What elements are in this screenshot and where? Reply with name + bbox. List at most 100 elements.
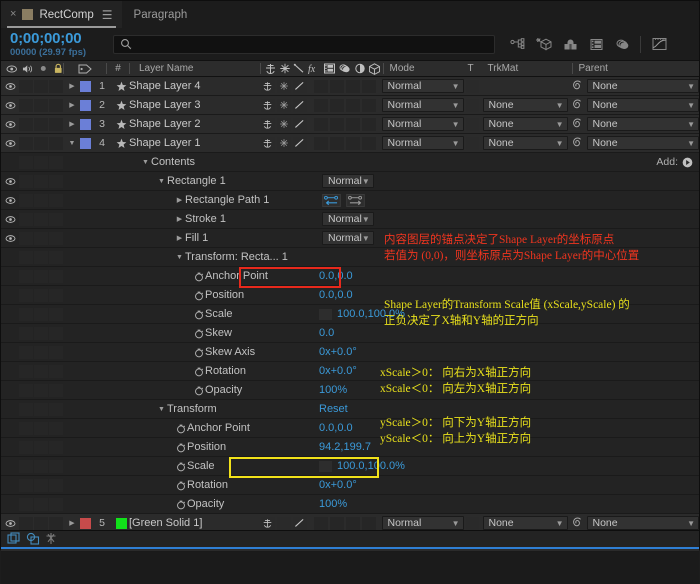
- tab-rectcomp[interactable]: × RectComp ☰: [1, 1, 122, 28]
- keyframe-stopwatch[interactable]: [192, 328, 205, 339]
- property-label[interactable]: Opacity: [205, 384, 242, 396]
- t-column-header[interactable]: T: [468, 63, 486, 74]
- av-toggles[interactable]: [19, 136, 64, 150]
- property-label[interactable]: Rectangle Path 1: [185, 194, 269, 206]
- mode-dropdown[interactable]: Normal ▼: [381, 136, 464, 150]
- 3d-switch[interactable]: [361, 117, 376, 131]
- audio-icon[interactable]: [22, 64, 33, 74]
- frame-blending-icon[interactable]: [583, 31, 609, 57]
- motion-blur-layer-icon[interactable]: [338, 63, 352, 74]
- mode-dropdown[interactable]: Normal ▼: [381, 117, 464, 131]
- lock-toggle[interactable]: [49, 136, 63, 150]
- property-label[interactable]: Scale: [187, 460, 215, 472]
- lock-toggle[interactable]: [49, 117, 63, 131]
- audio-toggle[interactable]: [19, 79, 33, 93]
- quality-switch[interactable]: [292, 98, 307, 112]
- 3d-switch[interactable]: [361, 98, 376, 112]
- collapse-switch[interactable]: [276, 79, 291, 93]
- eye-icon[interactable]: [5, 139, 16, 148]
- mode-column-header[interactable]: Mode: [384, 63, 468, 74]
- layer-transform-property-row[interactable]: Rotation 0x+0.0°: [1, 476, 699, 495]
- disclosure-triangle-expanded[interactable]: ▼: [156, 178, 167, 185]
- layer-switches[interactable]: [258, 516, 380, 530]
- parent-pickwhip[interactable]: [571, 137, 584, 150]
- quality-switch[interactable]: [292, 516, 307, 530]
- layer-name[interactable]: [Green Solid 1]: [129, 517, 258, 529]
- property-value[interactable]: 0x+0.0°: [319, 365, 357, 377]
- lock-toggle[interactable]: [49, 79, 63, 93]
- frame-blend-switch[interactable]: [329, 117, 344, 131]
- layer-switches[interactable]: [258, 79, 380, 93]
- eye-icon[interactable]: [5, 177, 16, 186]
- preserve-transparency-toggle[interactable]: [464, 117, 482, 131]
- preserve-transparency-toggle[interactable]: [464, 136, 482, 150]
- search-input[interactable]: [113, 34, 495, 54]
- shape-blend-mode-dropdown[interactable]: Normal ▼: [322, 174, 374, 188]
- motion-blur-switch[interactable]: [345, 136, 360, 150]
- stopwatch-icon[interactable]: [194, 347, 204, 358]
- keyframe-stopwatch[interactable]: [192, 271, 205, 282]
- property-label[interactable]: Transform: [167, 403, 217, 415]
- empty-timeline-area[interactable]: [1, 552, 699, 584]
- eye-icon[interactable]: [5, 519, 16, 528]
- stopwatch-icon[interactable]: [176, 480, 186, 491]
- property-label[interactable]: Fill 1: [185, 232, 208, 244]
- number-column-header[interactable]: #: [107, 63, 129, 74]
- property-label[interactable]: Anchor Point: [205, 270, 268, 282]
- collapse-switch[interactable]: [276, 98, 291, 112]
- property-value[interactable]: 0x+0.0°: [319, 479, 357, 491]
- disclosure-triangle-expanded[interactable]: ▼: [174, 254, 185, 261]
- composition-mini-flowchart-icon[interactable]: [505, 31, 531, 57]
- table-row[interactable]: ▶ 1 Shape Layer 4 Normal ▼ None ▼: [1, 77, 699, 96]
- layer-name[interactable]: Shape Layer 2: [129, 118, 258, 130]
- comp-render-icon[interactable]: [26, 532, 40, 548]
- current-timecode[interactable]: 0;00;00;00: [10, 31, 113, 46]
- shape-blend-mode-dropdown[interactable]: Normal ▼: [322, 212, 374, 226]
- scale-link-swatch[interactable]: [319, 460, 332, 472]
- table-row[interactable]: ▶ 2 Shape Layer 3 Normal ▼ None ▼ None ▼: [1, 96, 699, 115]
- disclosure-triangle-expanded[interactable]: ▼: [140, 159, 151, 166]
- layer-transform-property-row[interactable]: Position 94.2,199.7: [1, 438, 699, 457]
- trkmat-column-header[interactable]: TrkMat: [486, 63, 572, 74]
- layer-label-color[interactable]: [80, 517, 91, 529]
- solo-icon[interactable]: [39, 64, 48, 73]
- close-icon[interactable]: ×: [10, 9, 16, 20]
- eye-icon[interactable]: [5, 215, 16, 224]
- keyframe-stopwatch[interactable]: [192, 309, 205, 320]
- collapse-switch[interactable]: [276, 117, 291, 131]
- parent-pickwhip[interactable]: [571, 99, 584, 112]
- stopwatch-icon[interactable]: [176, 461, 186, 472]
- hamburger-menu-icon[interactable]: ☰: [102, 8, 113, 22]
- table-row[interactable]: ▼ 4 Shape Layer 1 Normal ▼ None ▼ None ▼: [1, 134, 699, 153]
- layer-name[interactable]: Shape Layer 1: [129, 137, 258, 149]
- layer-transform-property-row[interactable]: Anchor Point 0.0,0.0: [1, 419, 699, 438]
- preserve-transparency-toggle[interactable]: [464, 516, 482, 530]
- layer-label-color[interactable]: [80, 99, 91, 111]
- mode-dropdown[interactable]: Normal ▼: [381, 98, 464, 112]
- stroke-row[interactable]: ▶ Stroke 1 Normal ▼: [1, 210, 699, 229]
- layer-disclosure[interactable]: ▶: [64, 519, 80, 527]
- quality-switch[interactable]: [292, 79, 307, 93]
- motion-blur-switch[interactable]: [345, 79, 360, 93]
- stopwatch-icon[interactable]: [176, 499, 186, 510]
- property-label[interactable]: Scale: [205, 308, 233, 320]
- mode-dropdown[interactable]: Normal ▼: [381, 516, 464, 530]
- keyframe-stopwatch[interactable]: [174, 442, 187, 453]
- quality-switch[interactable]: [292, 136, 307, 150]
- keyframe-stopwatch[interactable]: [174, 499, 187, 510]
- eye-icon[interactable]: [5, 234, 16, 243]
- pickwhip-icon[interactable]: [571, 99, 583, 111]
- effects-icon[interactable]: fx: [307, 63, 321, 74]
- path-direction-reverse-icon[interactable]: [322, 193, 341, 207]
- quality-icon[interactable]: [293, 63, 305, 74]
- property-label[interactable]: Transform: Recta... 1: [185, 251, 288, 263]
- disclosure-triangle-expanded[interactable]: ▼: [156, 406, 167, 413]
- disclosure-triangle-collapsed[interactable]: ▶: [174, 196, 185, 204]
- trkmat-dropdown[interactable]: None ▼: [482, 98, 568, 112]
- eye-icon[interactable]: [5, 82, 16, 91]
- collapse-transformations-icon[interactable]: [279, 63, 291, 74]
- solo-toggle[interactable]: [34, 98, 48, 112]
- frame-blend-icon[interactable]: [323, 63, 336, 74]
- 3d-switch[interactable]: [361, 136, 376, 150]
- eye-icon[interactable]: [5, 196, 16, 205]
